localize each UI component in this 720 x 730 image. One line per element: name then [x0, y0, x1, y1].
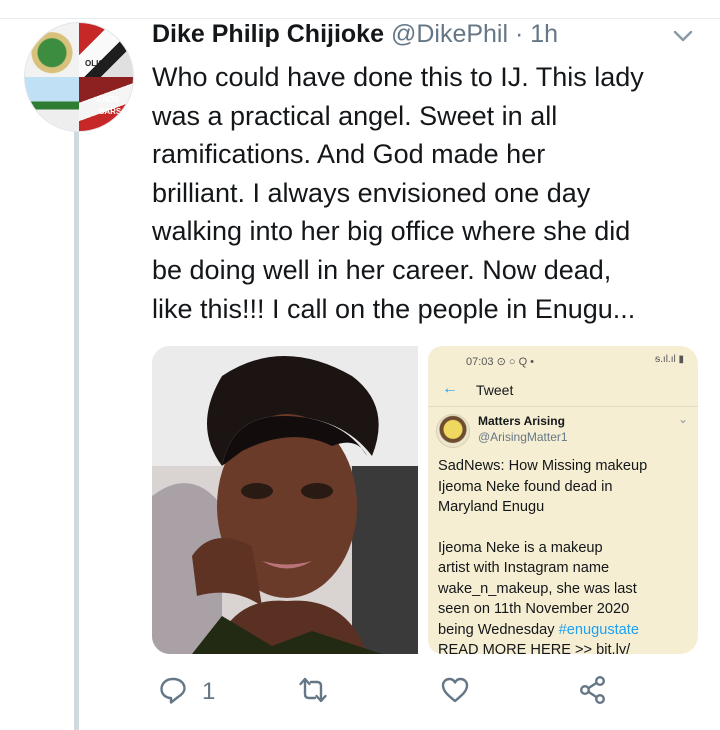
screenshot-nav-title: Tweet [476, 382, 514, 398]
screenshot-text-line: Ijeoma Neke found dead in [438, 478, 613, 495]
reply-icon [158, 675, 188, 710]
screenshot-text-line: seen on 11th November 2020 [438, 601, 630, 617]
screenshot-text-line: wake_n_makeup, she was last [438, 580, 637, 597]
status-icons: ⊙ ○ Q • [496, 356, 535, 368]
avatar[interactable]: OLICE ENDS SARS [24, 22, 134, 132]
avatar-tile-police: OLICE [79, 23, 133, 77]
avatar-tile-text: ENDS [97, 95, 120, 104]
screenshot-tweet-text: SadNews: How Missing makeup Ijeoma Neke … [438, 456, 694, 654]
back-arrow-icon: ← [442, 380, 458, 397]
tweet-body-line: ramifications. And God made her [152, 139, 546, 170]
avatar-tile-coat-of-arms [25, 23, 79, 77]
screenshot-text-line: artist with Instagram name [438, 560, 610, 576]
user-handle[interactable]: @DikePhil [391, 20, 508, 48]
screenshot-cut-line: READ MORE HERE >> bit.ly/ [438, 642, 631, 654]
chevron-down-icon[interactable] [672, 28, 694, 46]
status-time-text: 07:03 [466, 356, 494, 368]
tweet-media[interactable]: 07:03 ⊙ ○ Q • ᵴ.ıl.ıl ▮ ← Tweet Matters … [152, 346, 698, 654]
timestamp[interactable]: 1h [530, 20, 558, 48]
signal-icon: ᵴ.ıl.ıl ▮ [655, 354, 684, 365]
tweet-header: Dike Philip Chijioke @DikePhil · 1h [152, 20, 692, 56]
tweet-body-line: walking into her big office where she di… [152, 216, 631, 247]
screenshot-hashtag: #enugustate [558, 621, 639, 638]
avatar-tile-dome [25, 77, 79, 131]
retweet-icon [298, 675, 328, 710]
tweet-body-line: be doing well in her career. Now dead, [152, 254, 612, 285]
tweet-body-line: like this!!! I call on the people in Enu… [152, 293, 636, 324]
avatar-tile-text: OLICE [85, 59, 110, 68]
display-name[interactable]: Dike Philip Chijioke [152, 20, 384, 48]
tweet-body-line: Who could have done this to IJ. This lad… [152, 62, 644, 92]
like-button[interactable] [440, 672, 470, 712]
tweet-body: Who could have done this to IJ. This lad… [152, 58, 712, 328]
separator-dot: · [514, 20, 524, 48]
reply-count: 1 [202, 678, 216, 705]
tweet-body-line: brilliant. I always envisioned one day [152, 177, 591, 208]
screenshot-text-line: Ijeoma Neke is a makeup [438, 539, 603, 556]
tweet-actions: 1 [152, 672, 712, 712]
phone-status-bar: 07:03 ⊙ ○ Q • ᵴ.ıl.ıl ▮ [428, 346, 698, 374]
share-button[interactable] [578, 672, 608, 712]
retweet-button[interactable] [298, 672, 328, 712]
status-time: 07:03 ⊙ ○ Q • [466, 355, 534, 368]
screenshot-paragraph-gap [438, 518, 694, 538]
screenshot-author-avatar [436, 414, 470, 448]
portrait-illustration [152, 346, 418, 654]
screenshot-author-name: Matters Arising [478, 414, 565, 428]
top-divider [0, 0, 720, 19]
tweet-screenshot-image[interactable]: 07:03 ⊙ ○ Q • ᵴ.ıl.ıl ▮ ← Tweet Matters … [428, 346, 698, 654]
like-icon [440, 675, 470, 710]
screenshot-text-prefix: being Wednesday [438, 621, 559, 638]
tweet-body-line: was a practical angel. Sweet in all [152, 100, 558, 131]
screenshot-text-line: Maryland Enugu [438, 499, 545, 515]
screenshot-nav-bar: ← Tweet [428, 376, 698, 407]
thread-connector-line [74, 130, 79, 730]
screenshot-text-line: SadNews: How Missing makeup [438, 458, 648, 474]
screenshot-author-handle: @ArisingMatter1 [478, 430, 568, 444]
reply-button[interactable]: 1 [158, 672, 215, 712]
avatar-tile-protest: ENDS SARS [79, 77, 133, 131]
screenshot-text-line: being Wednesday #enugustate [438, 620, 694, 641]
share-icon [578, 675, 608, 710]
avatar-tile-text: SARS [99, 107, 122, 116]
portrait-photo[interactable] [152, 346, 418, 654]
screenshot-chevron-icon: ⌄ [678, 412, 689, 426]
